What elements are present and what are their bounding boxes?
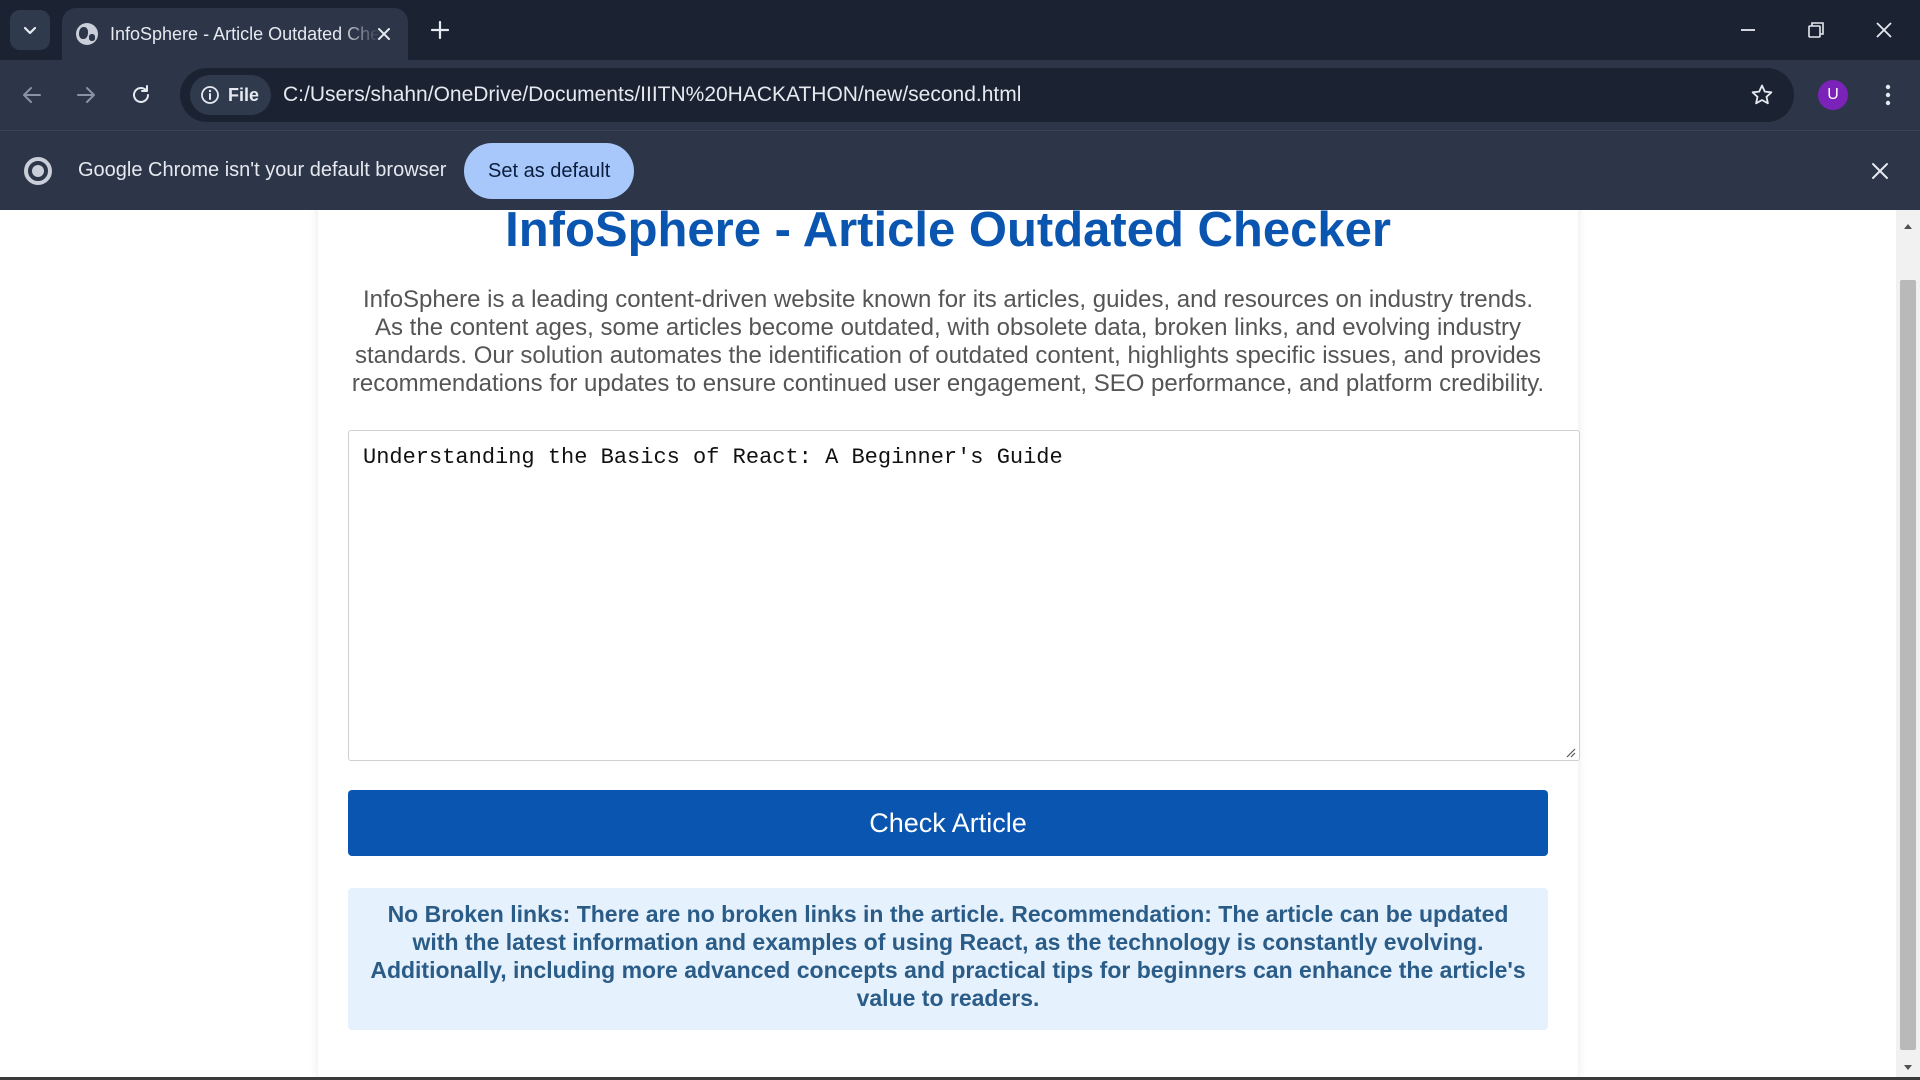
minimize-icon bbox=[1741, 29, 1755, 31]
bookmark-button[interactable] bbox=[1748, 81, 1776, 109]
infobar-message: Google Chrome isn't your default browser bbox=[78, 159, 447, 181]
site-info-chip[interactable]: File bbox=[190, 75, 272, 115]
close-icon bbox=[1872, 163, 1888, 179]
close-window-button[interactable] bbox=[1850, 0, 1918, 60]
scrollbar-thumb[interactable] bbox=[1900, 280, 1916, 1050]
new-tab-button[interactable] bbox=[424, 14, 456, 46]
article-input[interactable] bbox=[348, 430, 1580, 761]
browser-toolbar: File C:/Users/shahn/OneDrive/Documents/I… bbox=[0, 60, 1920, 130]
address-bar[interactable]: File C:/Users/shahn/OneDrive/Documents/I… bbox=[180, 68, 1794, 122]
globe-icon bbox=[76, 23, 98, 45]
site-info-label: File bbox=[228, 84, 260, 105]
tab-search-icon bbox=[23, 26, 37, 35]
set-as-default-button[interactable]: Set as default bbox=[464, 143, 635, 199]
browser-tab[interactable]: InfoSphere - Article Outdated Checker bbox=[62, 8, 408, 60]
reload-icon bbox=[133, 85, 149, 103]
forward-button[interactable] bbox=[66, 75, 106, 115]
minimize-button[interactable] bbox=[1714, 0, 1782, 60]
chrome-logo-icon bbox=[24, 157, 52, 185]
profile-avatar[interactable]: U bbox=[1818, 80, 1848, 110]
tab-close-button[interactable] bbox=[372, 22, 396, 46]
page-description: InfoSphere is a leading content-driven w… bbox=[351, 286, 1545, 397]
scroll-down-button[interactable] bbox=[1896, 1060, 1920, 1076]
close-icon bbox=[378, 28, 390, 40]
star-icon bbox=[1751, 84, 1773, 105]
page-scrollbar[interactable] bbox=[1896, 210, 1920, 1080]
back-button[interactable] bbox=[12, 75, 52, 115]
more-vert-icon bbox=[1885, 84, 1891, 106]
info-icon bbox=[201, 86, 219, 104]
infobar-close-button[interactable] bbox=[1866, 157, 1894, 185]
default-browser-infobar: Google Chrome isn't your default browser… bbox=[0, 130, 1920, 210]
scroll-down-icon bbox=[1904, 1065, 1912, 1070]
plus-icon bbox=[430, 20, 450, 40]
restore-button[interactable] bbox=[1782, 0, 1850, 60]
result-message: No Broken links: There are no broken lin… bbox=[348, 888, 1548, 1030]
tab-bar: InfoSphere - Article Outdated Checker bbox=[0, 0, 1920, 60]
scroll-up-button[interactable] bbox=[1896, 218, 1920, 234]
checker-card: InfoSphere - Article Outdated Checker In… bbox=[318, 210, 1580, 1080]
resize-grip-icon[interactable] bbox=[1564, 746, 1576, 758]
browser-menu-button[interactable] bbox=[1870, 77, 1906, 113]
reload-button[interactable] bbox=[121, 75, 161, 115]
forward-arrow-icon bbox=[77, 87, 95, 103]
scroll-up-icon bbox=[1904, 224, 1912, 229]
page-title: InfoSphere - Article Outdated Checker bbox=[505, 210, 1391, 257]
restore-icon bbox=[1808, 22, 1824, 38]
back-arrow-icon bbox=[23, 87, 41, 103]
close-icon bbox=[1876, 22, 1892, 38]
tab-title: InfoSphere - Article Outdated Checker bbox=[110, 23, 380, 44]
tab-search-button[interactable] bbox=[10, 10, 50, 50]
page-viewport: InfoSphere - Article Outdated Checker In… bbox=[0, 210, 1896, 1080]
check-article-button[interactable]: Check Article bbox=[348, 790, 1548, 856]
url-text[interactable]: C:/Users/shahn/OneDrive/Documents/IIITN%… bbox=[283, 83, 1021, 107]
